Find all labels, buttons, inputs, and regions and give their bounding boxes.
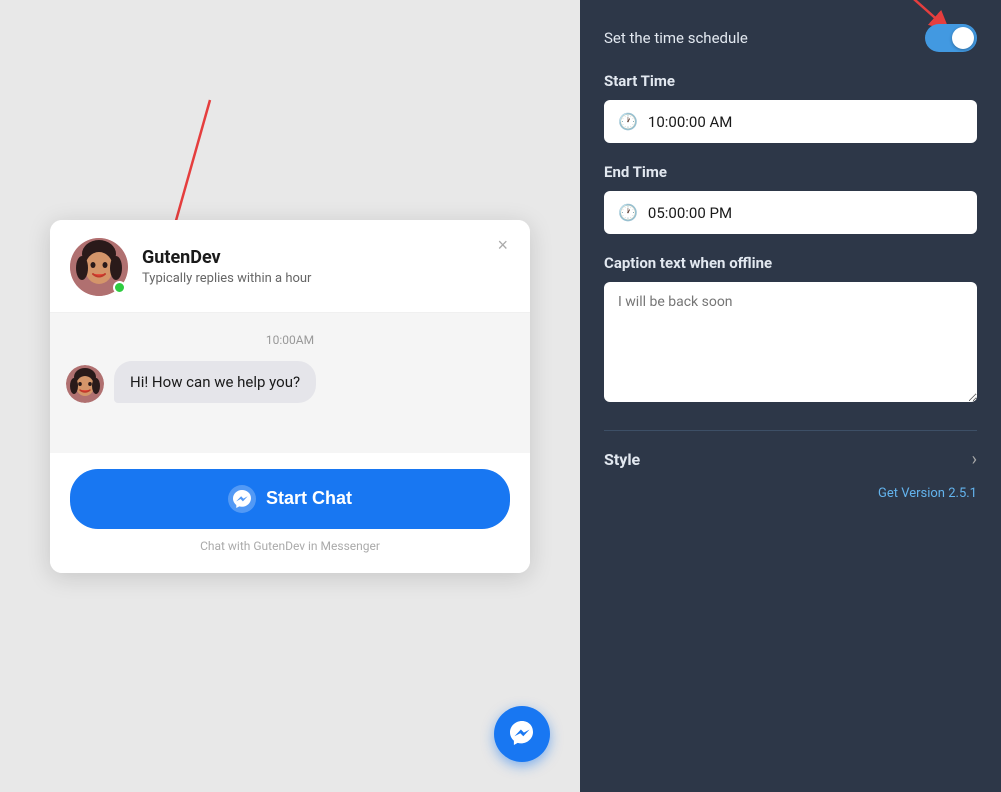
chat-tagline: Chat with GutenDev in Messenger	[200, 539, 380, 553]
start-chat-button[interactable]: Start Chat	[70, 469, 510, 529]
online-status-dot	[113, 281, 126, 294]
close-button[interactable]: ×	[491, 234, 514, 256]
start-time-clock-icon: 🕐	[618, 112, 638, 131]
end-time-clock-icon: 🕐	[618, 203, 638, 222]
chevron-right-icon: ›	[972, 449, 977, 470]
start-chat-label: Start Chat	[266, 488, 352, 509]
floating-messenger-icon	[507, 719, 537, 749]
message-avatar	[66, 365, 104, 403]
start-time-input[interactable]: 🕐 10:00:00 AM	[604, 100, 977, 143]
message-bubble: Hi! How can we help you?	[114, 361, 316, 403]
schedule-setting-row: Set the time schedule	[604, 24, 977, 52]
left-panel: GutenDev Typically replies within a hour…	[0, 0, 580, 792]
schedule-toggle[interactable]	[925, 24, 977, 52]
agent-status: Typically replies within a hour	[142, 271, 510, 286]
caption-textarea[interactable]	[604, 282, 977, 402]
avatar-container	[70, 238, 128, 296]
chat-widget-header: GutenDev Typically replies within a hour…	[50, 220, 530, 313]
floating-messenger-button[interactable]	[494, 706, 550, 762]
style-label: Style	[604, 450, 640, 469]
style-row[interactable]: Style ›	[604, 430, 977, 470]
end-time-label: End Time	[604, 163, 977, 181]
chat-body: 10:00AM Hi! How can we help you?	[50, 313, 530, 453]
end-time-value: 05:00:00 PM	[648, 204, 732, 222]
agent-name: GutenDev	[142, 247, 510, 268]
message-timestamp: 10:00AM	[66, 333, 514, 347]
toggle-knob	[952, 27, 974, 49]
schedule-label: Set the time schedule	[604, 29, 748, 47]
start-time-label: Start Time	[604, 72, 977, 90]
start-time-value: 10:00:00 AM	[648, 113, 732, 131]
message-row: Hi! How can we help you?	[66, 361, 514, 403]
header-info: GutenDev Typically replies within a hour	[142, 247, 510, 286]
messenger-icon	[228, 485, 256, 513]
end-time-input[interactable]: 🕐 05:00:00 PM	[604, 191, 977, 234]
chat-widget: GutenDev Typically replies within a hour…	[50, 220, 530, 573]
right-panel: Set the time schedule Start Time 🕐 10:00…	[580, 0, 1001, 792]
chat-footer: Start Chat Chat with GutenDev in Messeng…	[50, 453, 530, 573]
caption-label: Caption text when offline	[604, 254, 977, 272]
toggle-container	[925, 24, 977, 52]
bottom-version-link[interactable]: Get Version 2.5.1	[604, 486, 977, 501]
